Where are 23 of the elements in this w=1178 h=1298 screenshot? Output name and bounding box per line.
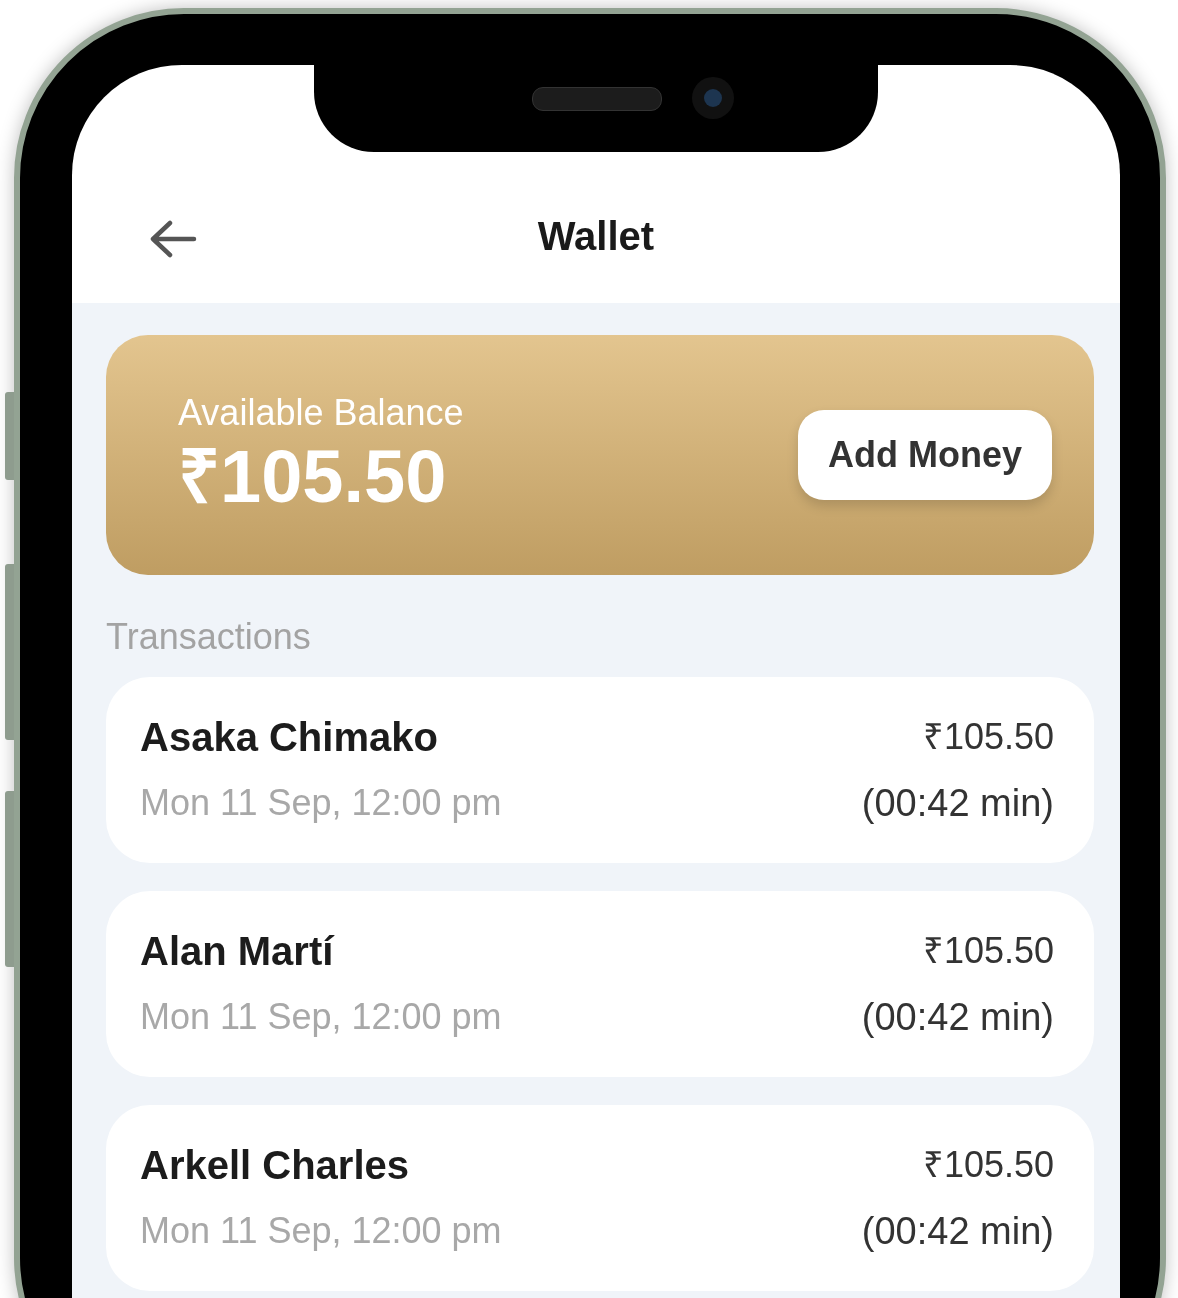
transaction-amount: ₹105.50	[922, 1143, 1054, 1187]
transaction-duration: (00:42 min)	[861, 1209, 1054, 1254]
transaction-name: Asaka Chimako	[140, 714, 439, 761]
transaction-duration: (00:42 min)	[861, 995, 1054, 1040]
transaction-name: Alan Martí	[140, 928, 336, 975]
transaction-duration: (00:42 min)	[861, 781, 1054, 826]
section-title: Transactions	[106, 615, 312, 659]
transaction-card[interactable]: Arkell Charles Mon 11 Sep, 12:00 pm ₹105.50 (00:42 min)	[106, 1105, 1094, 1291]
transaction-date: Mon 11 Sep, 12:00 pm	[140, 1209, 502, 1253]
transaction-amount: ₹105.50	[922, 715, 1054, 759]
back-arrow-icon[interactable]	[148, 219, 198, 259]
balance-label: Available Balance	[178, 391, 464, 435]
add-money-button[interactable]: Add Money	[798, 410, 1052, 500]
page-title: Wallet	[537, 213, 655, 260]
transaction-card[interactable]: Alan Martí Mon 11 Sep, 12:00 pm ₹105.50 (00:42 min)	[106, 891, 1094, 1077]
transaction-amount: ₹105.50	[922, 929, 1054, 973]
transaction-name: Arkell Charles	[140, 1142, 411, 1189]
camera-icon	[692, 77, 734, 119]
transaction-date: Mon 11 Sep, 12:00 pm	[140, 781, 502, 825]
speaker-icon	[532, 87, 662, 111]
balance-amount: ₹105.50	[178, 435, 448, 519]
transaction-date: Mon 11 Sep, 12:00 pm	[140, 995, 502, 1039]
transaction-card[interactable]: Asaka Chimako Mon 11 Sep, 12:00 pm ₹105.50 (00:42 min)	[106, 677, 1094, 863]
